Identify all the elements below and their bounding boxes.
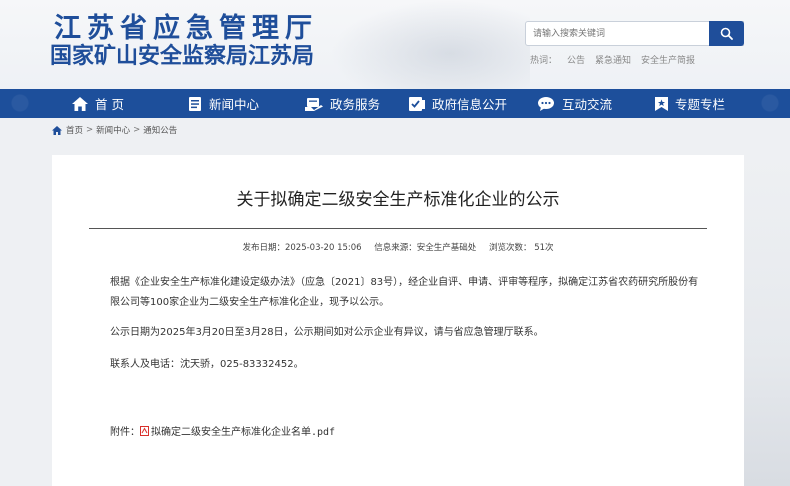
paragraph-line: 限公司等100家企业为二级安全生产标准化企业，现予以公示。 bbox=[110, 297, 390, 308]
nav-label: 互动交流 bbox=[562, 97, 613, 112]
attachment: 附件： 拟确定二级安全生产标准化企业名单.pdf bbox=[110, 423, 335, 438]
pdf-icon bbox=[140, 425, 149, 436]
article-meta: 发布日期：2025-03-20 15:06 信息来源：安全生产基础处 浏览次数：… bbox=[52, 241, 744, 253]
bookmark-icon bbox=[655, 96, 668, 111]
hot-words: 热词： 公告 紧急通知 安全生产简报 bbox=[530, 53, 705, 66]
article-paragraph-3: 联系人及电话：沈天骄，025-83332452。 bbox=[110, 359, 304, 370]
main-nav: 首 页 新闻中心 政务服务 政府信息公开 互动交流 专题专栏 bbox=[0, 89, 790, 118]
view-count: 浏览次数： 51次 bbox=[489, 243, 554, 253]
site-header: 江苏省应急管理厅 国家矿山安全监察局江苏局 热词：公告紧急通知安全生产简报 bbox=[0, 0, 790, 89]
service-icon bbox=[305, 97, 323, 111]
hot-word[interactable]: 安全生产简报 bbox=[641, 56, 695, 66]
nav-item-info-disclosure[interactable]: 政府信息公开 bbox=[409, 89, 507, 118]
breadcrumb-home[interactable]: 首页 bbox=[66, 124, 83, 136]
hot-word[interactable]: 公告 bbox=[567, 56, 585, 66]
breadcrumb: 首页 > 新闻中心 > 通知公告 bbox=[52, 124, 177, 136]
article-card: 关于拟确定二级安全生产标准化企业的公示 发布日期：2025-03-20 15:0… bbox=[52, 155, 744, 486]
nav-label: 首 页 bbox=[95, 97, 124, 112]
nav-label: 专题专栏 bbox=[675, 97, 726, 112]
home-icon bbox=[72, 96, 88, 111]
hot-words-label: 热词： bbox=[530, 56, 558, 66]
site-logo-subtitle[interactable]: 国家矿山安全监察局江苏局 bbox=[50, 38, 314, 70]
header-decoration bbox=[330, 0, 530, 89]
nav-item-service[interactable]: 政务服务 bbox=[305, 89, 380, 118]
attachment-label: 附件： bbox=[110, 427, 140, 438]
nav-item-news[interactable]: 新闻中心 bbox=[188, 89, 259, 118]
nav-item-interaction[interactable]: 互动交流 bbox=[538, 89, 612, 118]
info-icon bbox=[409, 96, 425, 111]
breadcrumb-news[interactable]: 新闻中心 bbox=[96, 124, 130, 136]
title-divider bbox=[89, 228, 707, 229]
breadcrumb-separator: > bbox=[86, 125, 94, 135]
news-icon bbox=[188, 96, 202, 111]
info-source: 信息来源：安全生产基础处 bbox=[374, 243, 477, 253]
side-decoration bbox=[744, 155, 790, 486]
home-small-icon bbox=[52, 125, 62, 135]
nav-label: 政务服务 bbox=[330, 97, 381, 112]
paragraph-line: 根据《企业安全生产标准化建设定级办法》（应急〔2021〕83号），经企业自评、申… bbox=[110, 277, 699, 288]
article-title: 关于拟确定二级安全生产标准化企业的公示 bbox=[236, 190, 560, 210]
breadcrumb-notices[interactable]: 通知公告 bbox=[143, 124, 177, 136]
nav-label: 政府信息公开 bbox=[432, 97, 508, 112]
nav-label: 新闻中心 bbox=[209, 97, 260, 112]
breadcrumb-separator: > bbox=[133, 125, 141, 135]
article-paragraph-2: 公示日期为2025年3月20日至3月28日，公示期间如对公示企业有异议，请与省应… bbox=[110, 327, 544, 338]
publish-date: 发布日期：2025-03-20 15:06 bbox=[242, 243, 362, 253]
chat-icon bbox=[538, 96, 555, 111]
article-paragraph-1: 根据《企业安全生产标准化建设定级办法》（应急〔2021〕83号），经企业自评、申… bbox=[110, 273, 710, 313]
attachment-link[interactable]: 拟确定二级安全生产标准化企业名单.pdf bbox=[151, 423, 335, 438]
search-icon bbox=[720, 27, 733, 40]
nav-item-home[interactable]: 首 页 bbox=[72, 89, 124, 118]
hot-word[interactable]: 紧急通知 bbox=[595, 56, 631, 66]
search-input[interactable] bbox=[526, 22, 710, 45]
search-button[interactable] bbox=[709, 21, 744, 46]
nav-item-topics[interactable]: 专题专栏 bbox=[655, 89, 725, 118]
